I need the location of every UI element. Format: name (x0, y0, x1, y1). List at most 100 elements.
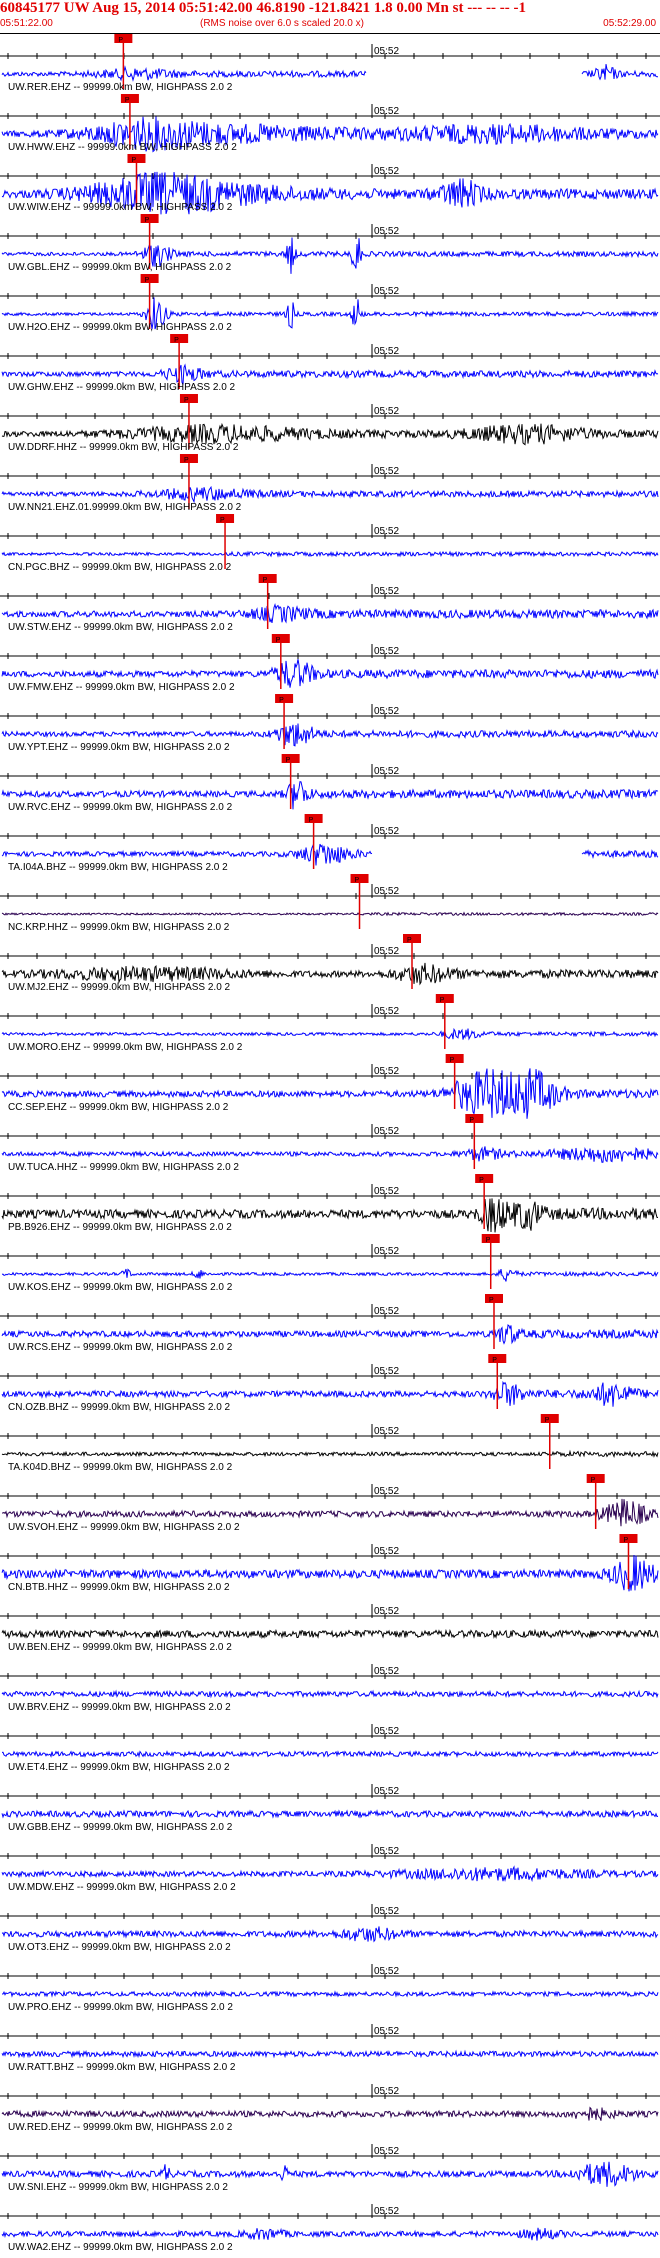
pick-flag (445, 1054, 464, 1063)
waveform (1, 1449, 659, 1458)
minute-label: 05:52 (374, 826, 399, 837)
minute-label: 05:52 (374, 1186, 399, 1197)
minute-label: 05:52 (374, 586, 399, 597)
minute-label: 05:52 (374, 1246, 399, 1257)
trace-panel: 05:52 P UW.MJ2.EHZ -- 99999.0km BW, HIGHPA… (0, 934, 660, 993)
minute-label: 05:52 (374, 1966, 399, 1977)
waveform (2, 1989, 659, 1998)
channel-label: UW.NN21.EHZ.01.99999.0km BW, HIGHPASS 2.… (8, 502, 242, 513)
trace-panel: 05:52 P NC.KRP.HHZ -- 99999.0km BW, HIGHPA… (0, 874, 660, 933)
channel-label: UW.GHW.EHZ -- 99999.0km BW, HIGHPASS 2.0… (8, 382, 236, 393)
pick-label: P (286, 757, 291, 764)
pick-flag (485, 1294, 503, 1303)
pick-label: P (125, 97, 130, 104)
minute-label: 05:52 (374, 1786, 399, 1797)
pick-label: P (489, 1297, 494, 1304)
event-title: 60845177 UW Aug 15, 2014 05:51:42.00 46.… (0, 0, 526, 16)
pick-flag (403, 934, 421, 943)
channel-label: UW.SVOH.EHZ -- 99999.0km BW, HIGHPASS 2.… (8, 1522, 240, 1533)
waveform (1, 1324, 659, 1345)
pick-label: P (309, 817, 314, 824)
waveform (1, 2227, 659, 2241)
channel-label: UW.RCS.EHZ -- 99999.0km BW, HIGHPASS 2.0… (8, 1342, 233, 1353)
channel-label: CN.PGC.BHZ -- 99999.0km BW, HIGHPASS 2.0… (8, 562, 232, 573)
pick-label: P (276, 637, 281, 644)
channel-label: UW.FMW.EHZ -- 99999.0km BW, HIGHPASS 2.0… (8, 682, 235, 693)
channel-label: UW.PRO.EHZ -- 99999.0km BW, HIGHPASS 2.0… (8, 2002, 233, 2013)
channel-label: PB.B926.EHZ -- 99999.0km BW, HIGHPASS 2.… (8, 1222, 232, 1233)
pick-label: P (145, 277, 150, 284)
pick-flag (140, 214, 159, 223)
pick-flag (179, 394, 198, 403)
minute-label: 05:52 (374, 106, 399, 117)
channel-label: UW.WA2.EHZ -- 99999.0km BW, HIGHPASS 2.0… (8, 2242, 233, 2253)
trace-panel: 05:52 P UW.FMW.EHZ -- 99999.0km BW, HIGHPA… (0, 634, 660, 693)
minute-label: 05:52 (374, 1906, 399, 1917)
trace-panel: 05:52 P UW.MORO.EHZ -- 99999.0km BW, HIGHP… (0, 994, 660, 1053)
trace-panel: 05:52 UW.ET4.EHZ -- 99999.0km BW, HIGHPAS… (0, 1724, 660, 1773)
pick-label: P (131, 157, 136, 164)
minute-label: 05:52 (374, 1846, 399, 1857)
channel-label: UW.MDW.EHZ -- 99999.0km BW, HIGHPASS 2.0… (8, 1882, 236, 1893)
pick-label: P (118, 37, 123, 44)
pick-flag (140, 274, 159, 283)
minute-label: 05:52 (374, 1726, 399, 1737)
minute-label: 05:52 (374, 1666, 399, 1677)
minute-label: 05:52 (374, 166, 399, 177)
minute-label: 05:52 (374, 1366, 399, 1377)
channel-label: NC.KRP.HHZ -- 99999.0km BW, HIGHPASS 2.0… (8, 922, 230, 933)
channel-label: UW.KOS.EHZ -- 99999.0km BW, HIGHPASS 2.0… (8, 1282, 233, 1293)
trace-panel: 05:52 P UW.GHW.EHZ -- 99999.0km BW, HIGHPA… (0, 334, 660, 393)
channel-label: TA.I04A.BHZ -- 99999.0km BW, HIGHPASS 2.… (8, 862, 228, 873)
channel-label: UW.ET4.EHZ -- 99999.0km BW, HIGHPASS 2.0… (8, 1762, 230, 1773)
channel-label: CN.OZB.BHZ -- 99999.0km BW, HIGHPASS 2.0… (8, 1402, 231, 1413)
waveform (1, 911, 659, 917)
waveform (1, 1865, 659, 1883)
channel-label: UW.BRV.EHZ -- 99999.0km BW, HIGHPASS 2.0… (8, 1702, 231, 1713)
minute-label: 05:52 (374, 406, 399, 417)
pick-label: P (407, 937, 412, 944)
trace-panel: 05:52 P TA.I04A.BHZ -- 99999.0km BW, HIGHP… (0, 814, 660, 873)
trace-panel: 05:52 UW.MDW.EHZ -- 99999.0km BW, HIGHPAS… (0, 1844, 660, 1893)
channel-label: UW.GBL.EHZ -- 99999.0km BW, HIGHPASS 2.0… (8, 262, 232, 273)
pick-flag (271, 634, 290, 643)
minute-label: 05:52 (374, 1306, 399, 1317)
pick-label: P (184, 457, 189, 464)
waveform (1, 550, 659, 558)
trace-panel: 05:52 P UW.H2O.EHZ -- 99999.0km BW, HIGHPA… (0, 274, 660, 333)
pick-label: P (263, 577, 268, 584)
trace-panel: 05:52 P CN.PGC.BHZ -- 99999.0km BW, HIGHPA… (0, 514, 660, 573)
seismogram-plot: 05:52 P UW.RER.EHZ -- 99999.0km BW, HIGHPA… (0, 34, 660, 2253)
trace-panel: 05:52 P UW.RVC.EHZ -- 99999.0km BW, HIGHPA… (0, 754, 660, 813)
channel-label: UW.BEN.EHZ -- 99999.0km BW, HIGHPASS 2.0… (8, 1642, 232, 1653)
waveform (1, 602, 659, 624)
waveform (1, 2049, 659, 2059)
channel-label: UW.MORO.EHZ -- 99999.0km BW, HIGHPASS 2.… (8, 1042, 243, 1053)
pick-flag (170, 334, 189, 343)
trace-panel: 05:52 P UW.KOS.EHZ -- 99999.0km BW, HIGHPA… (0, 1234, 660, 1293)
trace-panel: 05:52 P PB.B926.EHZ -- 99999.0km BW, HIGHP… (0, 1174, 660, 1233)
trace-panel: 05:52 UW.GBB.EHZ -- 99999.0km BW, HIGHPAS… (0, 1784, 660, 1833)
channel-label: UW.WIW.EHZ -- 99999.0km BW, HIGHPASS 2.0… (8, 202, 233, 213)
waveform (1, 1628, 659, 1640)
channel-label: UW.DDRF.HHZ -- 99999.0km BW, HIGHPASS 2.… (8, 442, 239, 453)
minute-label: 05:52 (374, 766, 399, 777)
minute-label: 05:52 (374, 226, 399, 237)
pick-label: P (220, 517, 225, 524)
channel-label: UW.RATT.BHZ -- 99999.0km BW, HIGHPASS 2.… (8, 2062, 236, 2073)
pick-flag (114, 34, 133, 43)
channel-label: UW.RED.EHZ -- 99999.0km BW, HIGHPASS 2.0… (8, 2122, 233, 2133)
minute-label: 05:52 (374, 1546, 399, 1557)
pick-label: P (623, 1537, 628, 1544)
pick-flag (258, 574, 277, 583)
channel-label: UW.MJ2.EHZ -- 99999.0km BW, HIGHPASS 2.0… (8, 982, 231, 993)
pick-flag (216, 514, 235, 523)
rms-note: (RMS noise over 6.0 s scaled 20.0 x) (200, 18, 364, 29)
minute-label: 05:52 (374, 286, 399, 297)
trace-panel: 05:52 P UW.WIW.EHZ -- 99999.0km BW, HIGHPA… (0, 154, 660, 215)
trace-panel: 05:52 UW.BRV.EHZ -- 99999.0km BW, HIGHPAS… (0, 1664, 660, 1713)
waveform (1, 485, 659, 504)
pick-flag (275, 694, 294, 703)
minute-label: 05:52 (374, 526, 399, 537)
trace-panel: 05:52 P UW.SVOH.EHZ -- 99999.0km BW, HIGHP… (0, 1474, 660, 1533)
